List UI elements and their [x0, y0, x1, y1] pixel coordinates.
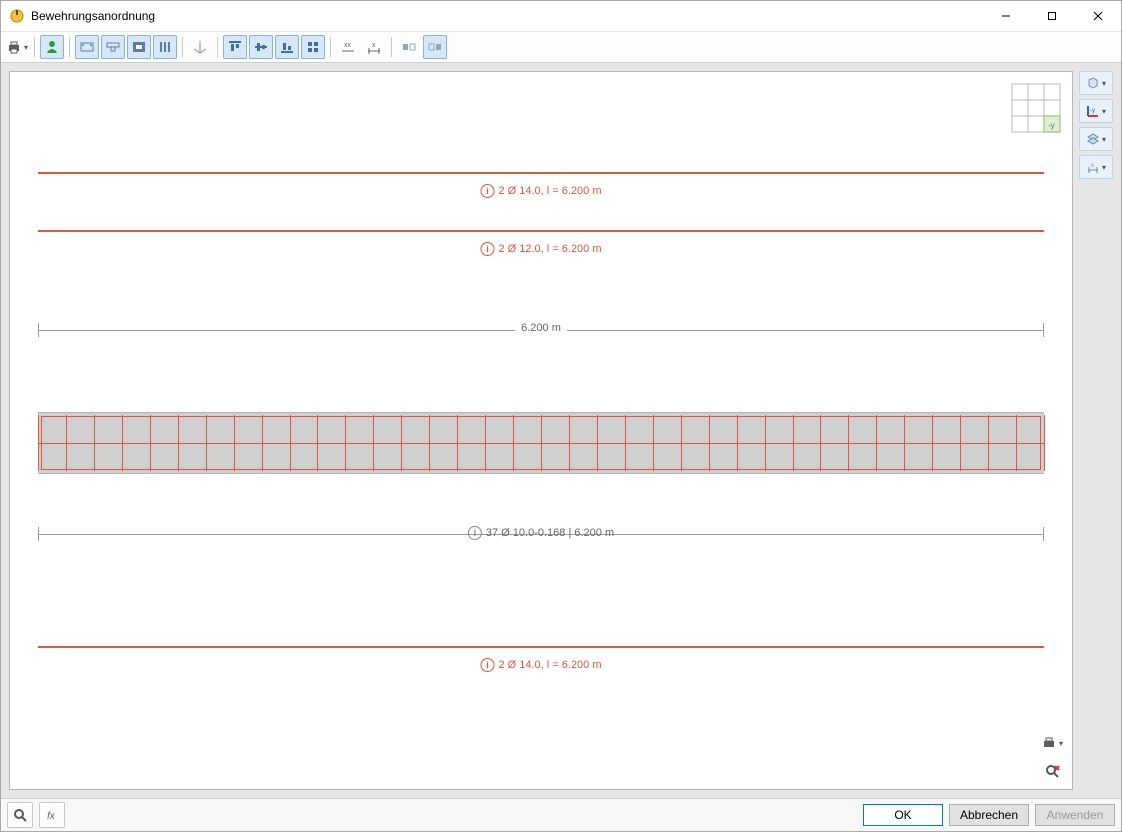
dialog-footer: fx OK Abbrechen Anwenden	[1, 798, 1121, 831]
svg-text:x: x	[372, 42, 376, 49]
workspace: -y i 2 Ø 14.0, l = 6.200 m i 2 Ø 12.0, l…	[1, 63, 1121, 798]
info-icon: i	[480, 184, 494, 198]
dimension-xx-button[interactable]: xx	[336, 35, 360, 59]
align-middle-button[interactable]	[249, 35, 273, 59]
window-titlebar: Bewehrungsanordnung	[1, 1, 1121, 32]
rebar-top-1-label: i 2 Ø 14.0, l = 6.200 m	[480, 184, 601, 198]
info-icon: i	[480, 242, 494, 256]
cancel-button[interactable]: Abbrechen	[949, 804, 1029, 826]
section-filled-button[interactable]	[127, 35, 151, 59]
align-grid-button[interactable]	[301, 35, 325, 59]
view-3d-button[interactable]: ▾	[1079, 71, 1113, 95]
axis-toggle-button[interactable]	[188, 35, 212, 59]
function-info-button[interactable]: fx	[39, 802, 65, 828]
drawing-canvas[interactable]: -y i 2 Ø 14.0, l = 6.200 m i 2 Ø 12.0, l…	[9, 71, 1073, 790]
section-rect-button[interactable]	[75, 35, 99, 59]
rebar-top-1-line	[38, 172, 1044, 174]
svg-text:xx: xx	[344, 42, 352, 49]
spacing-right-button[interactable]	[423, 35, 447, 59]
ok-button[interactable]: OK	[863, 804, 943, 826]
window-title: Bewehrungsanordnung	[31, 9, 983, 23]
window-maximize-button[interactable]	[1029, 1, 1075, 31]
view-dimension-button[interactable]: x▾	[1079, 155, 1113, 179]
section-t-button[interactable]	[101, 35, 125, 59]
print-button[interactable]: ▾	[5, 35, 29, 59]
view-axes-button[interactable]: -y▾	[1079, 99, 1113, 123]
svg-text:fx: fx	[47, 811, 56, 822]
window-minimize-button[interactable]	[983, 1, 1029, 31]
user-view-button[interactable]	[40, 35, 64, 59]
section-bars-button[interactable]	[153, 35, 177, 59]
rebar-bottom-line	[38, 646, 1044, 648]
spacing-left-button[interactable]	[397, 35, 421, 59]
svg-text:x: x	[1091, 163, 1094, 169]
rebar-top-2-line	[38, 230, 1044, 232]
app-icon	[9, 8, 25, 24]
info-icon: i	[480, 658, 494, 672]
zoom-reset-button[interactable]	[1038, 759, 1066, 783]
stirrups-elevation	[38, 412, 1044, 474]
help-button[interactable]	[7, 802, 33, 828]
dimension-stirrups-label: i 37 Ø 10.0-0.168 | 6.200 m	[468, 526, 614, 540]
info-icon: i	[468, 526, 482, 540]
window-close-button[interactable]	[1075, 1, 1121, 31]
svg-text:-y: -y	[1090, 108, 1095, 114]
rebar-top-2-label: i 2 Ø 12.0, l = 6.200 m	[480, 242, 601, 256]
dimension-span-label: 6.200 m	[515, 322, 567, 334]
rebar-bottom-label: i 2 Ø 14.0, l = 6.200 m	[480, 658, 601, 672]
side-toolbar: ▾ -y▾ ▾ x▾	[1073, 71, 1113, 790]
align-bottom-button[interactable]	[275, 35, 299, 59]
main-toolbar: ▾ xx x	[1, 32, 1121, 63]
view-layers-button[interactable]: ▾	[1079, 127, 1113, 151]
apply-button[interactable]: Anwenden	[1035, 804, 1115, 826]
dimension-x-button[interactable]: x	[362, 35, 386, 59]
align-top-button[interactable]	[223, 35, 247, 59]
print-view-button[interactable]: ▾	[1038, 731, 1066, 755]
